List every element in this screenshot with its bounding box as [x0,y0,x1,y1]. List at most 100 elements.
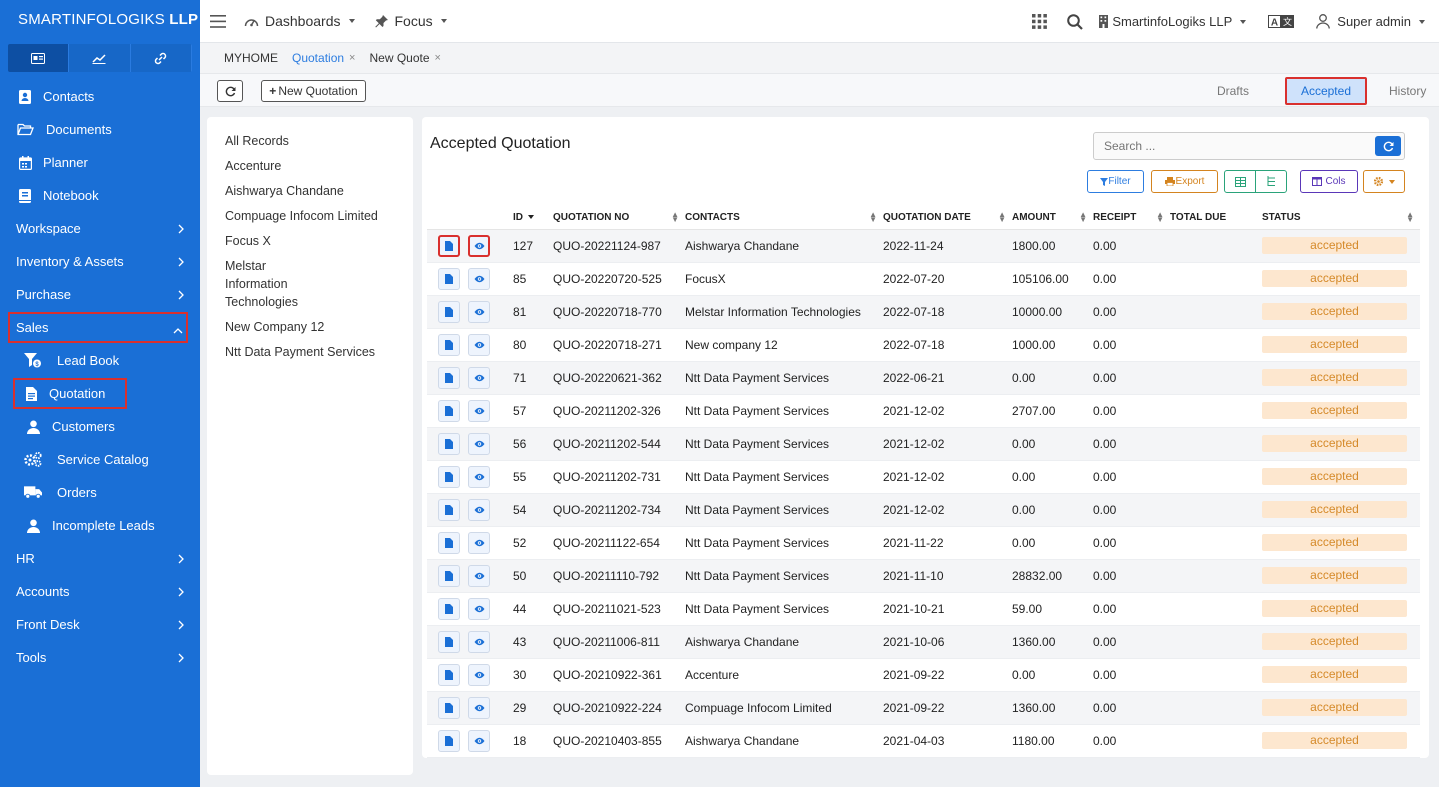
search-refresh-button[interactable] [1375,136,1401,156]
preview-button[interactable] [468,432,490,455]
table-row[interactable]: 57 QUO-20211202-326 Ntt Data Payment Servi… [427,394,1420,428]
view-document-button[interactable] [438,597,460,620]
settings-button[interactable] [1363,170,1405,193]
list-item[interactable]: Accenture [207,157,413,175]
view-document-button[interactable] [438,399,460,422]
table-row[interactable]: 56 QUO-20211202-544 Ntt Data Payment Servi… [427,427,1420,461]
user-menu[interactable]: Super admin [1316,14,1425,29]
list-item[interactable]: Ntt Data Payment Services [207,343,413,361]
column-header-amount[interactable]: AMOUNT ▲ ▼ [1012,206,1093,230]
sidebar-item-purchase[interactable]: Purchase [0,278,200,311]
view-document-button[interactable] [438,663,460,686]
view-document-button[interactable] [438,498,460,521]
hamburger-menu-icon[interactable] [210,14,226,28]
sidebar-item-incomplete-leads[interactable]: Incomplete Leads [0,509,200,542]
table-row[interactable]: 85 QUO-20220720-525 FocusX 2022-07-20 105106… [427,262,1420,296]
columns-button[interactable]: Cols [1300,170,1358,193]
apps-grid-icon[interactable] [1032,14,1048,29]
preview-button[interactable] [468,234,490,257]
preview-button[interactable] [468,465,490,488]
view-document-button[interactable] [438,234,460,257]
sort-icon[interactable]: ▲ ▼ [998,211,1006,224]
list-item[interactable]: New Company 12 [207,318,413,336]
column-header-quotation-no[interactable]: QUOTATION NO ▲ ▼ [553,206,685,230]
column-header-total-due[interactable]: TOTAL DUE [1170,206,1262,230]
view-document-button[interactable] [438,432,460,455]
view-document-button[interactable] [438,333,460,356]
preview-button[interactable] [468,366,490,389]
tab-accepted[interactable]: Accepted [1284,77,1367,105]
sidebar-item-notebook[interactable]: Notebook [0,179,200,212]
company-switcher[interactable]: SmartinfoLogiks LLP [1099,14,1247,29]
translate-icon[interactable]: A文 [1268,15,1295,28]
table-row[interactable]: 71 QUO-20220621-362 Ntt Data Payment Servi… [427,361,1420,395]
table-row[interactable]: 54 QUO-20211202-734 Ntt Data Payment Servi… [427,493,1420,527]
preview-button[interactable] [468,300,490,323]
table-row[interactable]: 50 QUO-20211110-792 Ntt Data Payment Servi… [427,559,1420,593]
sidebar-item-front-desk[interactable]: Front Desk [0,608,200,641]
preview-button[interactable] [468,729,490,752]
preview-button[interactable] [468,267,490,290]
table-row[interactable]: 44 QUO-20211021-523 Ntt Data Payment Servi… [427,592,1420,626]
focus-menu[interactable]: Focus [374,13,447,29]
table-row[interactable]: 29 QUO-20210922-224 Compuage Infocom Limit… [427,691,1420,725]
sidebar-item-hr[interactable]: HR [0,542,200,575]
tab-drafts[interactable]: Drafts [1217,84,1249,98]
preview-button[interactable] [468,696,490,719]
table-row[interactable]: 80 QUO-20220718-271 New company 12 2022-07-… [427,328,1420,362]
close-icon[interactable]: × [435,52,441,64]
table-row[interactable]: 43 QUO-20211006-811 Aishwarya Chandane 2021… [427,625,1420,659]
list-item[interactable]: All Records [207,132,413,150]
preview-button[interactable] [468,333,490,356]
view-document-button[interactable] [438,366,460,389]
sidebar-item-contacts[interactable]: Contacts [0,80,200,113]
sidebar-item-quotation[interactable]: Quotation [13,378,127,409]
tab-history[interactable]: History [1389,84,1439,98]
tab-new-quote[interactable]: New Quote × [369,51,440,65]
list-item[interactable]: Focus X [207,232,413,250]
sidebar-item-accounts[interactable]: Accounts [0,575,200,608]
new-quotation-button[interactable]: + New Quotation [261,80,366,102]
view-document-button[interactable] [438,465,460,488]
search-icon[interactable] [1067,13,1084,30]
filter-button[interactable]: Filter [1087,170,1144,193]
column-header-contacts[interactable]: CONTACTS ▲ ▼ [685,206,883,230]
sort-icon[interactable]: ▲ ▼ [1156,211,1164,224]
sidebar-item-service-catalog[interactable]: Service Catalog [0,443,200,476]
preview-button[interactable] [468,531,490,554]
tab-quotation[interactable]: Quotation × [292,51,355,65]
tab-myhome[interactable]: MYHOME [224,51,278,65]
view-document-button[interactable] [438,630,460,653]
brand-logo[interactable]: SMARTINFOLOGIKS LLP [0,0,200,42]
table-row[interactable]: 81 QUO-20220718-770 Melstar Information Te… [427,295,1420,329]
dashboard-mode-button[interactable] [8,44,70,72]
sidebar-item-inventory-assets[interactable]: Inventory & Assets [0,245,200,278]
sidebar-item-planner[interactable]: Planner [0,146,200,179]
list-item[interactable]: Compuage Infocom Limited [207,207,413,225]
export-button[interactable]: Export [1151,170,1218,193]
preview-button[interactable] [468,498,490,521]
refresh-button[interactable] [217,80,243,102]
reports-mode-button[interactable] [69,44,131,72]
view-document-button[interactable] [438,531,460,554]
close-icon[interactable]: × [349,52,355,64]
preview-button[interactable] [468,630,490,653]
sidebar-item-workspace[interactable]: Workspace [0,212,200,245]
view-document-button[interactable] [438,564,460,587]
column-header-quotation-date[interactable]: QUOTATION DATE ▲ ▼ [883,206,1012,230]
view-document-button[interactable] [438,696,460,719]
column-header-id[interactable]: ID [513,206,553,230]
table-row[interactable]: 18 QUO-20210403-855 Aishwarya Chandane 2021… [427,724,1420,758]
sort-desc-icon[interactable] [528,215,534,220]
table-row[interactable]: 30 QUO-20210922-361 Accenture 2021-09-22 0.0… [427,658,1420,692]
column-header-status[interactable]: STATUS ▲ ▼ [1262,206,1420,230]
grid-view-button[interactable] [1225,171,1256,192]
sidebar-item-tools[interactable]: Tools [0,641,200,674]
sort-icon[interactable]: ▲ ▼ [671,211,679,224]
view-document-button[interactable] [438,267,460,290]
sidebar-item-documents[interactable]: Documents [0,113,200,146]
view-document-button[interactable] [438,300,460,323]
sort-icon[interactable]: ▲ ▼ [869,211,877,224]
links-mode-button[interactable] [130,44,192,72]
table-row[interactable]: 52 QUO-20211122-654 Ntt Data Payment Servi… [427,526,1420,560]
